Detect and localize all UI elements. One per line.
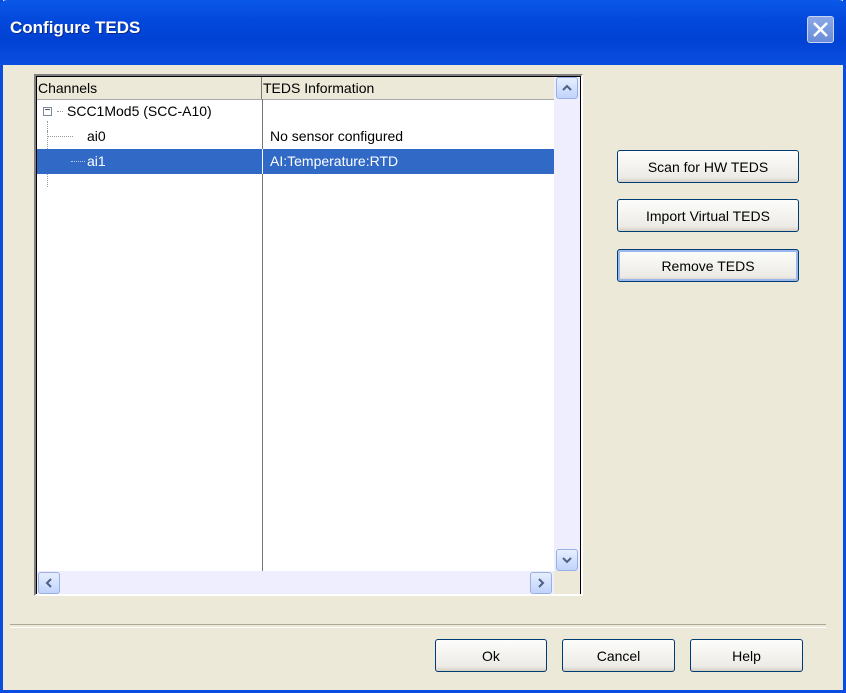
arrow-down-icon: [562, 557, 572, 564]
channel-label: SCC1Mod5 (SCC-A10): [67, 103, 212, 119]
teds-info-cell: AI:Temperature:RTD: [270, 153, 399, 169]
channel-label: ai1: [87, 153, 106, 169]
grid-header: Channels TEDS Information: [37, 77, 554, 100]
configure-teds-dialog: Configure TEDS Channels TEDS Information: [0, 0, 846, 693]
grid-row-module[interactable]: − SCC1Mod5 (SCC-A10): [37, 99, 554, 124]
footer-separator: [10, 624, 826, 628]
teds-grid[interactable]: Channels TEDS Information − SCC1Mod5 (SC…: [34, 74, 583, 596]
vertical-scrollbar[interactable]: [554, 77, 580, 571]
close-button[interactable]: [807, 16, 834, 43]
channel-label: ai0: [87, 128, 106, 144]
scan-hw-teds-button[interactable]: Scan for HW TEDS: [617, 150, 799, 183]
row-column-separator: [262, 149, 263, 174]
import-virtual-teds-button[interactable]: Import Virtual TEDS: [617, 199, 799, 232]
dialog-content: Channels TEDS Information − SCC1Mod5 (SC…: [3, 65, 843, 690]
help-button[interactable]: Help: [690, 639, 803, 672]
column-header-teds-information[interactable]: TEDS Information: [262, 77, 554, 99]
scroll-right-button[interactable]: [530, 572, 552, 594]
minus-box-icon[interactable]: −: [43, 106, 52, 116]
scroll-left-button[interactable]: [38, 572, 60, 594]
teds-info-cell: No sensor configured: [270, 128, 404, 144]
title-bar: Configure TEDS: [0, 0, 846, 65]
close-icon: [813, 22, 828, 37]
tree-connector: [71, 161, 85, 162]
arrow-right-icon: [538, 578, 545, 588]
ok-button[interactable]: Ok: [435, 639, 547, 672]
cancel-button[interactable]: Cancel: [562, 639, 675, 672]
channel-cell: ai0: [37, 124, 262, 149]
channel-cell: ai1: [37, 149, 262, 174]
grid-frame: Channels TEDS Information − SCC1Mod5 (SC…: [36, 76, 581, 594]
column-header-channels[interactable]: Channels: [37, 77, 262, 99]
scroll-down-button[interactable]: [556, 549, 578, 571]
window-title: Configure TEDS: [10, 18, 141, 37]
scroll-up-button[interactable]: [556, 77, 578, 99]
arrow-left-icon: [45, 578, 52, 588]
horizontal-scrollbar[interactable]: [37, 571, 554, 594]
grid-row-ai0[interactable]: ai0 No sensor configured: [37, 124, 554, 149]
remove-teds-button[interactable]: Remove TEDS: [617, 249, 799, 282]
channel-cell: − SCC1Mod5 (SCC-A10): [37, 99, 262, 124]
arrow-up-icon: [562, 84, 572, 91]
grid-row-ai1[interactable]: ai1 AI:Temperature:RTD: [37, 149, 554, 174]
scrollbar-corner: [554, 571, 580, 594]
